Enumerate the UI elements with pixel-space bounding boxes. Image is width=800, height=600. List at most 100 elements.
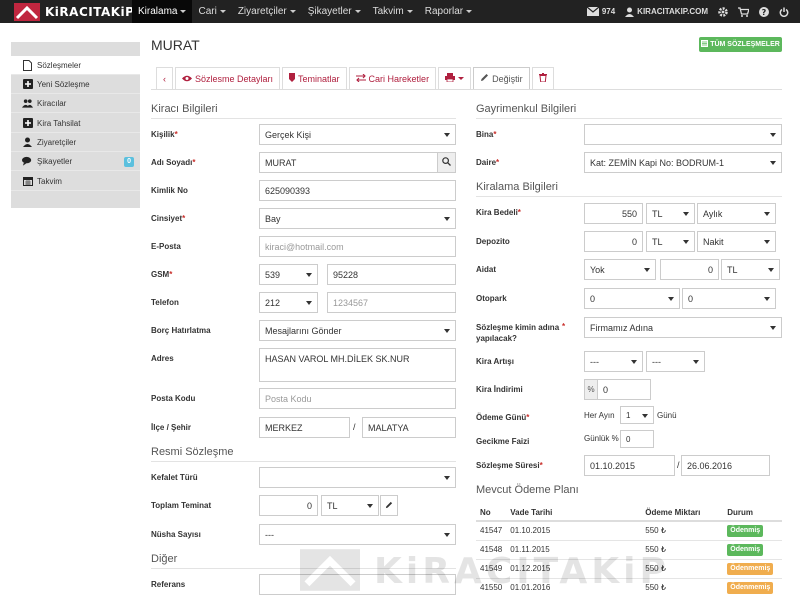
reference-field[interactable]	[259, 574, 456, 595]
tab-print[interactable]	[438, 67, 472, 89]
deposit-type-select[interactable]: Nakit	[697, 231, 776, 252]
menu-sikayetler[interactable]: Şikayetler	[302, 0, 367, 23]
rent-field[interactable]: 550	[584, 203, 643, 224]
edit-deposit-button[interactable]	[380, 495, 398, 516]
account-link[interactable]: KIRACITAKIP.COM	[620, 0, 713, 23]
parking-label: Otopark	[476, 294, 507, 303]
payday-select[interactable]: 1	[620, 406, 654, 424]
deposit-currency-select[interactable]: TL	[646, 231, 695, 252]
email-field[interactable]: kiraci@hotmail.com	[259, 236, 456, 257]
owner-select[interactable]: Firmamız Adına	[584, 317, 782, 338]
sidebar-item-takvim[interactable]: Takvim	[11, 172, 140, 191]
parking-a-select[interactable]: 0	[584, 288, 680, 309]
postal-field[interactable]: Posta Kodu	[259, 388, 456, 409]
sidebar-item-yeni-sozlesme[interactable]: Yeni Sözleşme	[11, 75, 140, 94]
sidebar-item-sozlesmeler[interactable]: Sözleşmeler	[11, 56, 140, 75]
phone-code-select[interactable]: 212	[259, 292, 318, 313]
gender-label: Cinsiyet*	[151, 214, 186, 223]
gender-select[interactable]: Bay	[259, 208, 456, 229]
table-row[interactable]: 41550 01.01.2016 550 ₺ Ödenmemiş	[476, 577, 782, 597]
tab-delete[interactable]	[531, 67, 554, 89]
gsm-code-select[interactable]: 539	[259, 264, 318, 285]
parking-b-select[interactable]: 0	[682, 288, 776, 309]
payment-status: Ödenmiş	[723, 520, 782, 540]
tab-back[interactable]: ‹	[156, 67, 173, 89]
menu-ziyaretciler[interactable]: Ziyaretçiler	[232, 0, 302, 23]
tab-contract-details[interactable]: Sözlesme Detayları	[175, 67, 281, 89]
chevron-down-icon	[642, 414, 648, 418]
discount-field[interactable]: 0	[597, 379, 651, 400]
payment-amount: 550 ₺	[641, 577, 724, 597]
building-select[interactable]	[584, 124, 782, 145]
divider	[476, 196, 782, 197]
unit-select[interactable]: Kat: ZEMİN Kapi No: BODRUM-1	[584, 152, 782, 173]
deposit-label: Depozito	[476, 237, 510, 246]
logo-icon	[14, 2, 40, 21]
tabs-divider	[151, 89, 782, 90]
total-deposit-field[interactable]: 0	[259, 495, 318, 516]
address-textarea[interactable]: HASAN VAROL MH.DİLEK SK.NUR	[259, 348, 456, 382]
column-header: Ödeme Miktarı	[641, 504, 724, 522]
table-row[interactable]: 41549 01.12.2015 550 ₺ Ödenmemiş	[476, 558, 782, 578]
increase-a-select[interactable]: ---	[584, 351, 643, 372]
reminder-select[interactable]: Mesajlarını Gönder	[259, 320, 456, 341]
guarantee-type-select[interactable]	[259, 467, 456, 488]
status-badge: Ödenmiş	[727, 543, 764, 556]
chevron-down-icon	[683, 212, 689, 216]
kisilik-select[interactable]: Gerçek Kişi	[259, 124, 456, 145]
chevron-down-icon	[444, 476, 450, 480]
tab-deposits[interactable]: Teminatlar	[282, 67, 347, 89]
sidebar-item-ziyaretciler[interactable]: Ziyaretçiler	[11, 133, 140, 152]
logout-button[interactable]	[774, 0, 794, 23]
total-deposit-currency-select[interactable]: TL	[321, 495, 379, 516]
sidebar: Sözleşmeler Yeni Sözleşme Kiracılar Kira…	[11, 42, 140, 208]
rent-currency-select[interactable]: TL	[646, 203, 695, 224]
search-button[interactable]	[437, 152, 456, 173]
dues-currency-select[interactable]: TL	[721, 259, 780, 280]
menu-cari[interactable]: Cari	[192, 0, 231, 23]
dues-type-select[interactable]: Yok	[584, 259, 656, 280]
brand-logo[interactable]: KiRACITAKiP	[14, 2, 134, 21]
sidebar-item-kira-tahsilat[interactable]: Kira Tahsilat	[11, 114, 140, 133]
divider	[151, 461, 456, 462]
gsm-number-field[interactable]: 95228	[327, 264, 456, 285]
sidebar-item-kiracilar[interactable]: Kiracılar	[11, 94, 140, 113]
district-label: İlçe / Şehir	[151, 423, 192, 432]
district-field[interactable]: MERKEZ	[259, 417, 350, 438]
all-contracts-button[interactable]: TÜM SÖZLEŞMELER	[699, 37, 782, 52]
settings-button[interactable]	[713, 0, 733, 23]
menu-raporlar[interactable]: Raporlar	[419, 0, 478, 23]
late-fee-field[interactable]: 0	[620, 430, 654, 448]
city-field[interactable]: MALATYA	[362, 417, 456, 438]
status-badge: Ödenmemiş	[727, 562, 774, 575]
table-row[interactable]: 41547 01.10.2015 550 ₺ Ödenmiş	[476, 520, 782, 540]
eye-icon	[182, 74, 192, 84]
payment-no: 41549	[476, 558, 507, 578]
tab-account-transactions[interactable]: Cari Hareketler	[348, 67, 437, 89]
sidebar-item-sikayetler[interactable]: Şikayetler 0	[11, 152, 140, 171]
rent-period-select[interactable]: Aylık	[697, 203, 776, 224]
menu-kiralama[interactable]: Kiralama	[132, 0, 193, 23]
cart-button[interactable]	[733, 0, 754, 23]
tab-edit[interactable]: Değiştir	[473, 67, 530, 89]
dues-field[interactable]: 0	[660, 259, 719, 280]
chevron-down-icon	[306, 273, 312, 277]
tenant-section-title: Kiracı Bilgileri	[151, 103, 218, 115]
tc-field[interactable]: 625090393	[259, 180, 456, 201]
deposit-field[interactable]: 0	[584, 231, 643, 252]
table-row[interactable]: 41548 01.11.2015 550 ₺ Ödenmiş	[476, 539, 782, 559]
top-navbar: KiRACITAKiP Kiralama Cari Ziyaretçiler Ş…	[0, 0, 800, 23]
column-header: No	[476, 504, 507, 522]
phone-number-field[interactable]: 1234567	[327, 292, 456, 313]
name-field[interactable]: MURAT	[259, 152, 438, 173]
chevron-down-icon	[444, 217, 450, 221]
chevron-down-icon	[444, 329, 450, 333]
copies-select[interactable]: ---	[259, 524, 456, 545]
mail-link[interactable]: 974	[582, 0, 620, 23]
increase-b-select[interactable]: ---	[646, 351, 705, 372]
term-end-field[interactable]: 26.06.2016	[681, 455, 770, 476]
term-start-field[interactable]: 01.10.2015	[584, 455, 675, 476]
menu-takvim[interactable]: Takvim	[367, 0, 419, 23]
payment-date: 01.01.2016	[506, 577, 642, 597]
help-button[interactable]: ?	[754, 0, 774, 23]
